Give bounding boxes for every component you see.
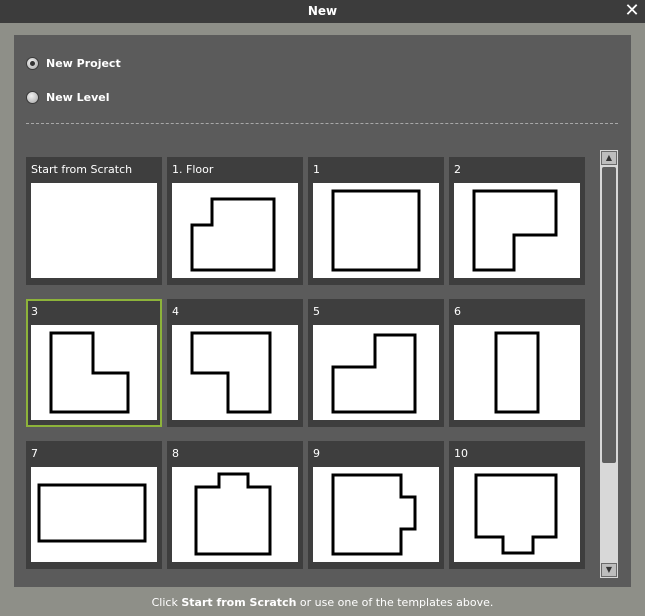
dotted-divider [26, 123, 618, 124]
footer-prefix: Click [151, 596, 182, 609]
template-tile[interactable]: 4 [167, 299, 303, 427]
footer-suffix: or use one of the templates above. [296, 596, 494, 609]
template-thumbnail [313, 325, 439, 420]
template-tile[interactable]: 7 [26, 441, 162, 569]
scroll-up-icon[interactable]: ▲ [601, 151, 617, 165]
scroll-thumb[interactable] [602, 167, 616, 463]
window-title: New [307, 4, 338, 18]
footer-bold: Start from Scratch [181, 596, 297, 609]
template-tile[interactable]: Start from Scratch [26, 157, 162, 285]
template-label: 1. Floor [172, 163, 214, 176]
template-thumbnail [313, 183, 439, 278]
template-thumbnail [454, 183, 580, 278]
new-level-label: New Level [46, 91, 110, 104]
template-tile[interactable]: 5 [308, 299, 444, 427]
template-label: 1 [313, 163, 320, 176]
template-tile[interactable]: 2 [449, 157, 585, 285]
template-tile[interactable]: 1 [308, 157, 444, 285]
floor-plan-icon [49, 331, 130, 414]
floor-plan-icon [474, 473, 558, 555]
floor-plan-icon [331, 473, 417, 556]
new-project-radio[interactable] [26, 57, 39, 70]
template-label: 8 [172, 447, 179, 460]
floor-plan-icon [472, 189, 558, 272]
template-tile[interactable]: 10 [449, 441, 585, 569]
template-tile[interactable]: 1. Floor [167, 157, 303, 285]
template-tile[interactable]: 6 [449, 299, 585, 427]
template-label: 6 [454, 305, 461, 318]
floor-plan-icon [194, 472, 272, 556]
scroll-down-icon[interactable]: ▼ [601, 563, 617, 577]
template-label: 4 [172, 305, 179, 318]
floor-plan-icon [37, 483, 147, 543]
floor-plan-icon [190, 197, 276, 272]
template-label: Start from Scratch [31, 163, 133, 176]
close-icon[interactable]: ✕ [623, 0, 641, 23]
template-label: 2 [454, 163, 461, 176]
template-thumbnail [454, 467, 580, 562]
template-label: 7 [31, 447, 38, 460]
template-tile[interactable]: 3 [26, 299, 162, 427]
template-label: 5 [313, 305, 320, 318]
new-level-radio[interactable] [26, 91, 39, 104]
template-thumbnail [31, 467, 157, 562]
footer-hint: Click Start from Scratch or use one of t… [0, 596, 645, 609]
template-thumbnail [313, 467, 439, 562]
template-label: 3 [31, 305, 38, 318]
floor-plan-icon [190, 331, 272, 414]
title-bar: New ✕ [0, 0, 645, 23]
dialog-content: New Project New Level Start from Scratch… [14, 35, 631, 587]
template-thumbnail [172, 183, 298, 278]
template-thumbnail [31, 325, 157, 420]
template-thumbnail [172, 325, 298, 420]
template-label: 10 [454, 447, 468, 460]
template-tile[interactable]: 9 [308, 441, 444, 569]
floor-plan-icon [331, 189, 421, 272]
template-thumbnail [454, 325, 580, 420]
new-level-option[interactable]: New Level [26, 91, 110, 104]
template-thumbnail [172, 467, 298, 562]
new-project-option[interactable]: New Project [26, 57, 121, 70]
template-label: 9 [313, 447, 320, 460]
vertical-scrollbar[interactable]: ▲ ▼ [600, 150, 618, 578]
template-tile[interactable]: 8 [167, 441, 303, 569]
new-project-label: New Project [46, 57, 121, 70]
template-grid: Start from Scratch 1. Floor 1 2 3 4 5 6 7 8 9 10 [26, 157, 586, 569]
floor-plan-icon [494, 331, 540, 414]
floor-plan-icon [331, 333, 417, 414]
template-thumbnail [31, 183, 157, 278]
